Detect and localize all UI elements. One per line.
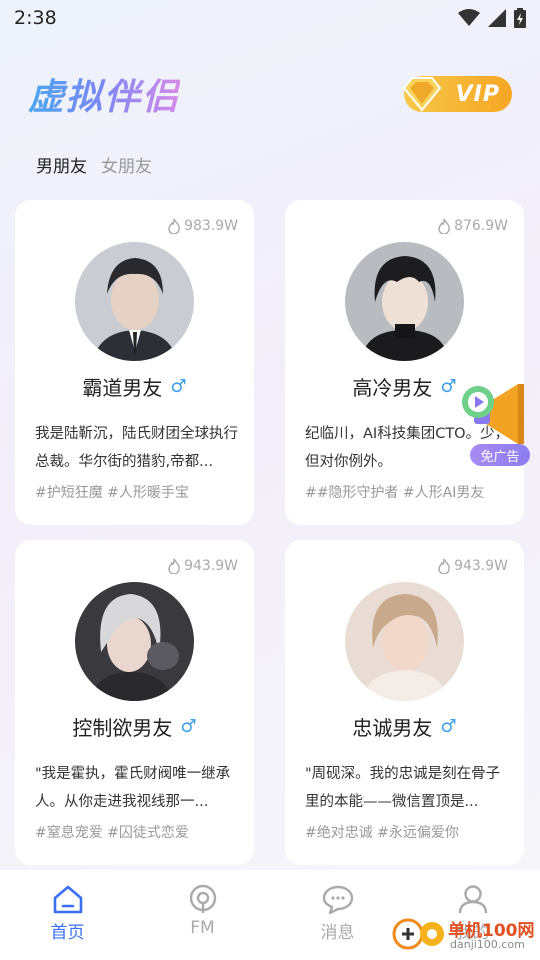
status-time: 2:38 bbox=[14, 7, 57, 29]
avatar bbox=[345, 242, 464, 361]
watermark: 单机100网 danji100.com bbox=[392, 912, 540, 958]
male-icon: ♂ bbox=[180, 716, 197, 737]
name-row: 忠诚男友 ♂ bbox=[285, 712, 524, 741]
name-row: 控制欲男友 ♂ bbox=[15, 712, 254, 741]
companion-tags: ##隐形守护者 #人形AI男友 bbox=[305, 485, 485, 501]
header: 虚拟伴侣 VIP bbox=[0, 60, 540, 130]
male-icon: ♂ bbox=[440, 376, 457, 397]
flame-icon bbox=[438, 218, 450, 234]
radio-icon bbox=[189, 884, 216, 913]
male-icon: ♂ bbox=[440, 716, 457, 737]
heat-value: 876.9W bbox=[454, 218, 508, 234]
status-bar: 2:38 bbox=[0, 0, 540, 36]
heat-count: 943.9W bbox=[437, 558, 508, 574]
app-title: 虚拟伴侣 bbox=[28, 68, 180, 120]
companion-card[interactable]: 876.9W 高冷男友 ♂ 纪临川，AI科技集团CTO。少，但对你例外。 ##隐… bbox=[285, 200, 524, 525]
category-tabs: 男朋友 女朋友 bbox=[36, 152, 152, 177]
companion-tags: #绝对忠诚 #永远偏爱你 bbox=[305, 825, 459, 841]
heat-value: 943.9W bbox=[184, 558, 238, 574]
avatar bbox=[345, 582, 464, 701]
avatar bbox=[75, 242, 194, 361]
status-icons bbox=[458, 8, 526, 28]
watermark-logo-icon bbox=[392, 918, 444, 950]
signal-icon bbox=[488, 9, 506, 27]
nav-fm-label: FM bbox=[190, 918, 215, 938]
companion-name: 高冷男友 bbox=[352, 376, 433, 400]
nav-home-label: 首页 bbox=[50, 923, 85, 943]
flame-icon bbox=[168, 218, 180, 234]
nav-messages-label: 消息 bbox=[320, 923, 355, 943]
vip-label: VIP bbox=[455, 81, 500, 107]
wifi-icon bbox=[458, 9, 480, 26]
companion-name: 忠诚男友 bbox=[352, 716, 433, 740]
companion-description: "周砚深。我的忠诚是刻在骨子里的本能——微信置顶是... bbox=[305, 766, 501, 810]
companion-tags: #窒息宠爱 #囚徒式恋爱 bbox=[35, 825, 189, 841]
companion-tags: #护短狂魔 #人形暖手宝 bbox=[35, 485, 189, 501]
nav-home[interactable]: 首页 bbox=[0, 870, 135, 960]
user-icon bbox=[458, 885, 487, 914]
vip-button[interactable]: VIP bbox=[402, 76, 512, 112]
home-icon bbox=[53, 885, 82, 914]
flame-icon bbox=[438, 558, 450, 574]
tab-boyfriend[interactable]: 男朋友 bbox=[36, 152, 87, 177]
battery-icon bbox=[514, 8, 526, 28]
tab-girlfriend[interactable]: 女朋友 bbox=[101, 152, 152, 177]
companion-card[interactable]: 983.9W 霸道男友 ♂ 我是陆靳沉，陆氏财团全球执行总裁。华尔街的猎豹,帝都… bbox=[15, 200, 254, 525]
name-row: 霸道男友 ♂ bbox=[15, 372, 254, 401]
watermark-sub: danji100.com bbox=[450, 938, 525, 951]
chat-icon bbox=[322, 885, 353, 914]
heat-count: 943.9W bbox=[167, 558, 238, 574]
nav-messages[interactable]: 消息 bbox=[270, 870, 405, 960]
companion-description: 我是陆靳沉，陆氏财团全球执行总裁。华尔街的猎豹,帝都... bbox=[35, 426, 238, 470]
heat-value: 983.9W bbox=[184, 218, 238, 234]
diamond-icon bbox=[402, 77, 442, 112]
flame-icon bbox=[168, 558, 180, 574]
companion-card[interactable]: 943.9W 控制欲男友 ♂ "我是霍执，霍氏财阀唯一继承人。从你走进我视线那一… bbox=[15, 540, 254, 865]
companion-name: 控制欲男友 bbox=[72, 716, 173, 740]
heat-value: 943.9W bbox=[454, 558, 508, 574]
ad-free-label: 免广告 bbox=[470, 444, 530, 466]
ad-free-button[interactable]: 免广告 bbox=[460, 380, 534, 468]
companion-card[interactable]: 943.9W 忠诚男友 ♂ "周砚深。我的忠诚是刻在骨子里的本能——微信置顶是.… bbox=[285, 540, 524, 865]
companion-description: "我是霍执，霍氏财阀唯一继承人。从你走进我视线那一... bbox=[35, 766, 231, 810]
megaphone-icon bbox=[462, 384, 524, 444]
companion-name: 霸道男友 bbox=[82, 376, 163, 400]
nav-fm[interactable]: FM bbox=[135, 870, 270, 960]
avatar bbox=[75, 582, 194, 701]
heat-count: 983.9W bbox=[167, 218, 238, 234]
male-icon: ♂ bbox=[170, 376, 187, 397]
heat-count: 876.9W bbox=[437, 218, 508, 234]
